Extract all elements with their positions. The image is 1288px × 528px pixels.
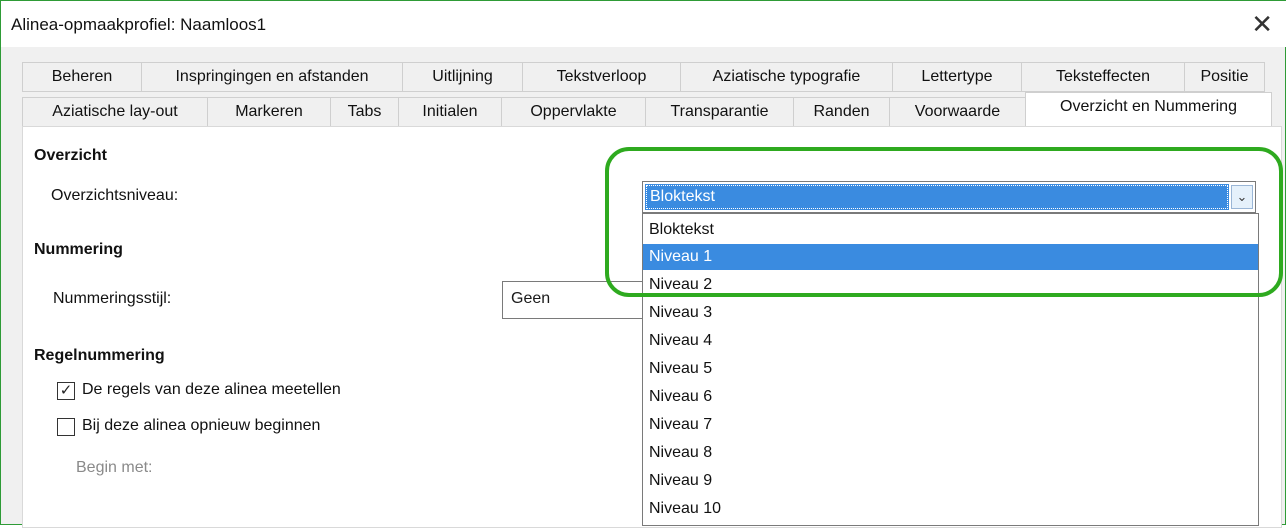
dropdown-option[interactable]: Niveau 7: [643, 412, 1258, 438]
numbering-style-select[interactable]: Geen: [502, 281, 643, 319]
tab-initialen[interactable]: Initialen: [398, 97, 502, 127]
dropdown-option[interactable]: Niveau 3: [643, 300, 1258, 326]
title-bar: Alinea-opmaakprofiel: Naamloos1 ✕: [1, 1, 1287, 47]
tab-aziatische-lay-out[interactable]: Aziatische lay-out: [22, 97, 208, 127]
dropdown-option[interactable]: Niveau 10: [643, 496, 1258, 522]
dropdown-option[interactable]: Niveau 9: [643, 468, 1258, 494]
restart-numbering-label[interactable]: Bij deze alinea opnieuw beginnen: [82, 417, 320, 435]
dropdown-option-highlighted[interactable]: Niveau 1: [643, 244, 1258, 270]
window-title: Alinea-opmaakprofiel: Naamloos1: [11, 15, 267, 34]
numbering-section-title: Nummering: [34, 241, 123, 258]
tab-tekstverloop[interactable]: Tekstverloop: [522, 62, 681, 92]
tab-positie[interactable]: Positie: [1184, 62, 1265, 92]
count-lines-label[interactable]: De regels van deze alinea meetellen: [82, 381, 341, 399]
dropdown-option[interactable]: Niveau 2: [643, 272, 1258, 298]
dropdown-option[interactable]: Niveau 6: [643, 384, 1258, 410]
tab-markeren[interactable]: Markeren: [207, 97, 331, 127]
dropdown-option[interactable]: Bloktekst: [643, 217, 1258, 243]
outline-level-dropdown-list[interactable]: Bloktekst Niveau 1 Niveau 2 Niveau 3 Niv…: [642, 213, 1259, 526]
start-with-label: Begin met:: [76, 459, 153, 476]
tab-aziatische-typografie[interactable]: Aziatische typografie: [680, 62, 893, 92]
close-icon[interactable]: ✕: [1251, 10, 1273, 38]
tab-teksteffecten[interactable]: Teksteffecten: [1021, 62, 1185, 92]
restart-numbering-checkbox[interactable]: [57, 418, 75, 436]
tab-randen[interactable]: Randen: [793, 97, 890, 127]
dropdown-option[interactable]: Niveau 8: [643, 440, 1258, 466]
count-lines-checkbox[interactable]: ✓: [57, 382, 75, 400]
paragraph-style-dialog: Alinea-opmaakprofiel: Naamloos1 ✕ Behere…: [0, 0, 1287, 528]
tab-transparantie[interactable]: Transparantie: [645, 97, 794, 127]
outline-level-selected-value: Bloktekst: [645, 184, 1229, 210]
numbering-style-value: Geen: [511, 290, 551, 307]
chevron-down-icon[interactable]: ⌄: [1231, 185, 1253, 209]
numbering-style-label: Nummeringsstijl:: [53, 290, 172, 307]
line-numbering-section-title: Regelnummering: [34, 347, 165, 364]
tab-tabs[interactable]: Tabs: [330, 97, 399, 127]
tab-voorwaarde[interactable]: Voorwaarde: [889, 97, 1026, 127]
outline-level-label: Overzichtsniveau:: [51, 187, 179, 204]
tab-oppervlakte[interactable]: Oppervlakte: [501, 97, 646, 127]
tab-lettertype[interactable]: Lettertype: [892, 62, 1022, 92]
tab-beheren[interactable]: Beheren: [22, 62, 142, 92]
dropdown-option[interactable]: Niveau 4: [643, 328, 1258, 354]
outline-level-select[interactable]: Bloktekst ⌄: [642, 181, 1256, 213]
dropdown-option[interactable]: Niveau 5: [643, 356, 1258, 382]
tab-overzicht-en-nummering[interactable]: Overzicht en Nummering: [1025, 92, 1272, 127]
outline-section-title: Overzicht: [34, 147, 107, 164]
tab-inspringingen[interactable]: Inspringingen en afstanden: [141, 62, 403, 92]
tab-uitlijning[interactable]: Uitlijning: [402, 62, 523, 92]
